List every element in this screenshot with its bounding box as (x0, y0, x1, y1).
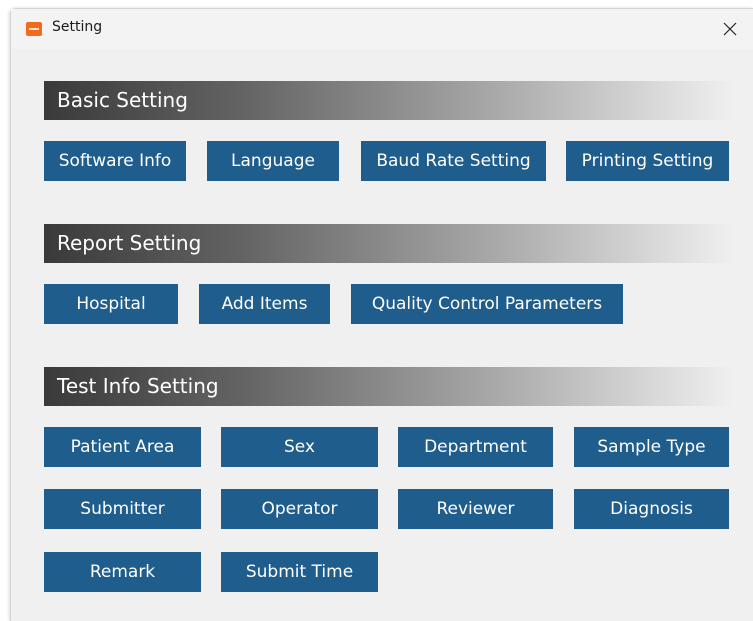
close-button[interactable] (707, 9, 753, 49)
submitter-button[interactable]: Submitter (44, 489, 201, 529)
settings-window: Setting Basic Setting Software Info Lang… (10, 8, 753, 621)
diagnosis-button[interactable]: Diagnosis (574, 489, 729, 529)
window-title: Setting (52, 19, 103, 35)
patient-area-button[interactable]: Patient Area (44, 427, 201, 467)
operator-button[interactable]: Operator (221, 489, 378, 529)
section-header-report-setting: Report Setting (44, 224, 734, 263)
section-header-test-info-setting: Test Info Setting (44, 367, 734, 406)
hospital-button[interactable]: Hospital (44, 284, 178, 324)
add-items-button[interactable]: Add Items (199, 284, 330, 324)
baud-rate-setting-button[interactable]: Baud Rate Setting (361, 141, 546, 181)
printing-setting-button[interactable]: Printing Setting (566, 141, 729, 181)
software-info-button[interactable]: Software Info (44, 141, 186, 181)
remark-button[interactable]: Remark (44, 552, 201, 592)
submit-time-button[interactable]: Submit Time (221, 552, 378, 592)
section-header-basic-setting: Basic Setting (44, 81, 734, 120)
reviewer-button[interactable]: Reviewer (398, 489, 553, 529)
language-button[interactable]: Language (207, 141, 339, 181)
app-icon (26, 22, 42, 36)
title-bar: Setting (11, 9, 753, 49)
department-button[interactable]: Department (398, 427, 553, 467)
sample-type-button[interactable]: Sample Type (574, 427, 729, 467)
close-icon (723, 22, 737, 36)
settings-content: Basic Setting Software Info Language Bau… (11, 49, 753, 621)
quality-control-parameters-button[interactable]: Quality Control Parameters (351, 284, 623, 324)
sex-button[interactable]: Sex (221, 427, 378, 467)
